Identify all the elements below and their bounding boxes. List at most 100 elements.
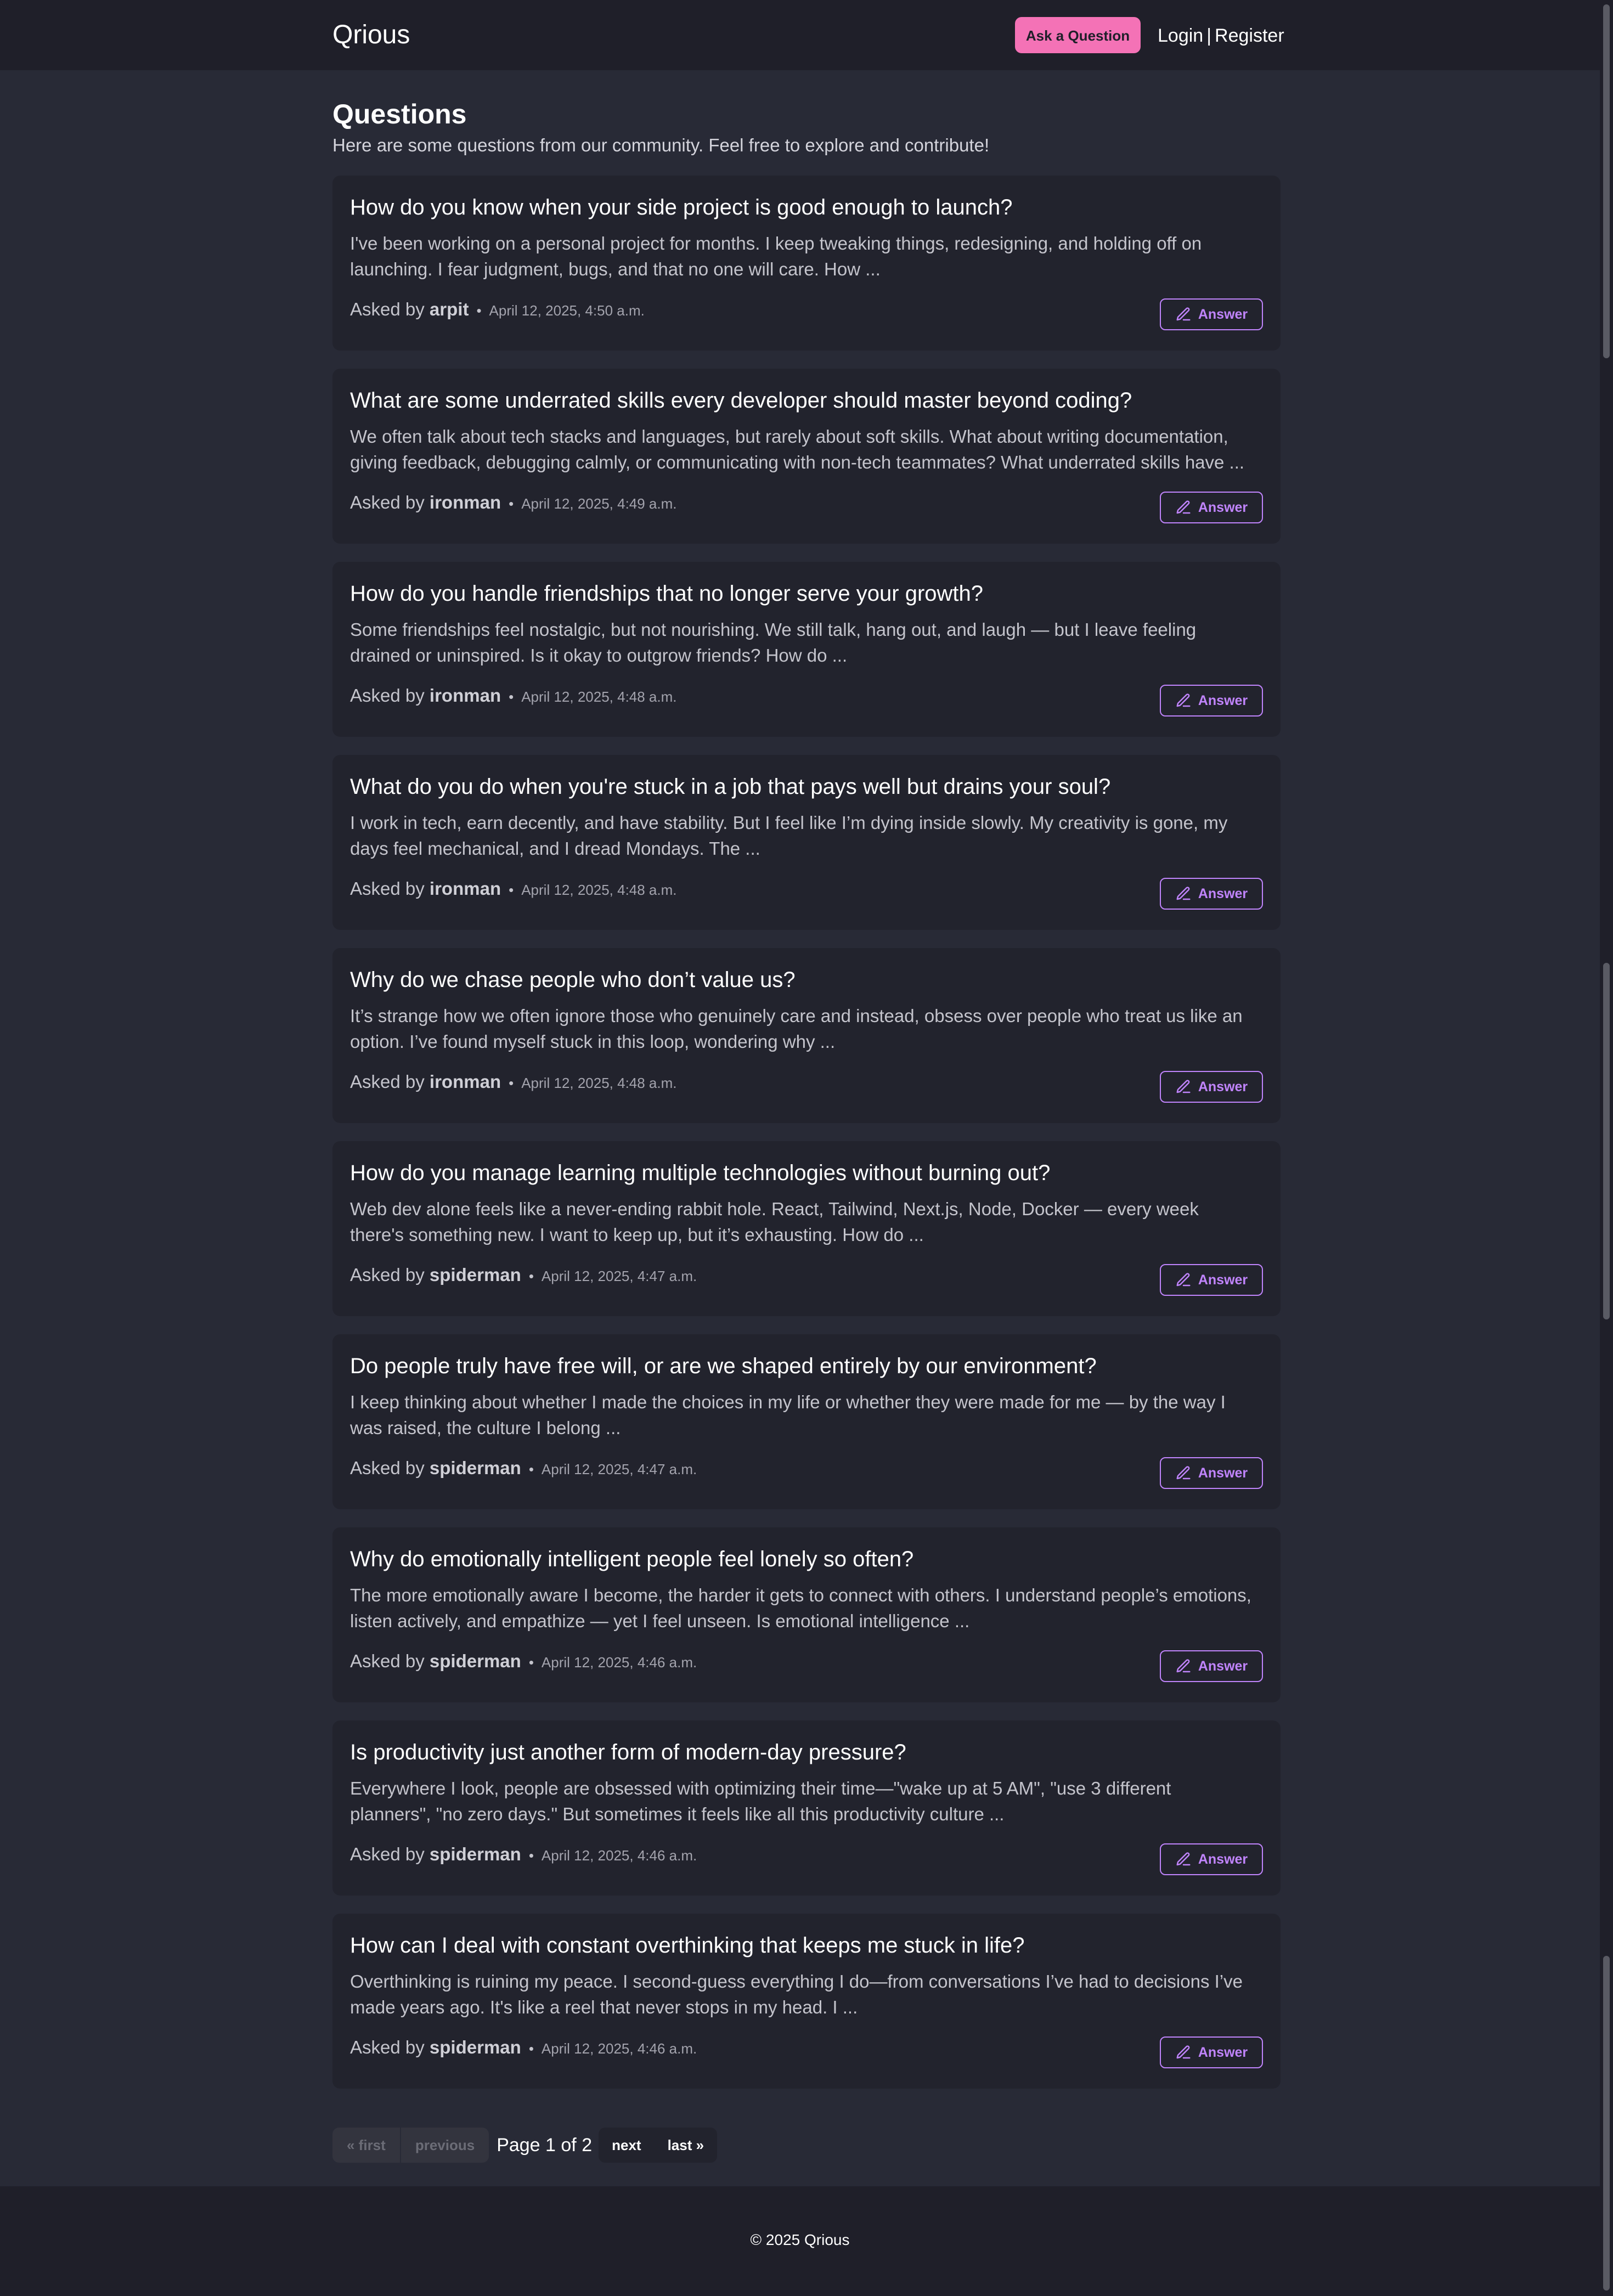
meta-separator: •: [528, 2040, 534, 2057]
question-author[interactable]: spiderman: [430, 1265, 521, 1285]
question-card[interactable]: What are some underrated skills every de…: [332, 369, 1281, 544]
pencil-icon: [1176, 1080, 1191, 1093]
asked-by-label: Asked by: [350, 1844, 425, 1864]
pencil-icon: [1176, 2045, 1191, 2059]
scrollbar[interactable]: [1600, 0, 1613, 2296]
meta-separator: •: [476, 302, 482, 319]
asked-by-label: Asked by: [350, 299, 425, 319]
question-meta: Asked by ironman • April 12, 2025, 4:48 a.…: [350, 876, 677, 902]
ask-question-button[interactable]: Ask a Question: [1015, 17, 1141, 53]
previous-page-link: previous: [399, 2128, 489, 2163]
question-title[interactable]: How do you know when your side project i…: [350, 193, 1012, 222]
question-author[interactable]: spiderman: [430, 2037, 521, 2057]
meta-separator: •: [528, 1268, 534, 1284]
asked-by-label: Asked by: [350, 1265, 425, 1285]
question-author[interactable]: spiderman: [430, 1651, 521, 1671]
question-title[interactable]: What do you do when you're stuck in a jo…: [350, 772, 1110, 801]
asked-by-label: Asked by: [350, 1651, 425, 1671]
question-title[interactable]: What are some underrated skills every de…: [350, 386, 1132, 415]
question-title[interactable]: How can I deal with constant overthinkin…: [350, 1931, 1025, 1960]
pencil-icon: [1176, 1659, 1191, 1673]
scrollbar-thumb-top[interactable]: [1603, 4, 1610, 358]
asked-by-label: Asked by: [350, 685, 425, 706]
question-date: April 12, 2025, 4:46 a.m.: [541, 1654, 697, 1671]
question-excerpt: Overthinking is ruining my peace. I seco…: [350, 1971, 1243, 2017]
question-author[interactable]: ironman: [430, 685, 501, 706]
scrollbar-thumb-middle[interactable]: [1603, 963, 1610, 1319]
pencil-icon: [1176, 1466, 1191, 1480]
asked-by-label: Asked by: [350, 2037, 425, 2057]
answer-button[interactable]: Answer: [1160, 492, 1263, 523]
question-excerpt: Everywhere I look, people are obsessed w…: [350, 1778, 1171, 1824]
pencil-icon: [1176, 307, 1191, 321]
question-card[interactable]: Is productivity just another form of mod…: [332, 1720, 1281, 1896]
answer-label: Answer: [1198, 1272, 1248, 1288]
page-title: Questions: [332, 99, 467, 129]
login-link[interactable]: Login: [1158, 25, 1203, 46]
question-author[interactable]: spiderman: [430, 1844, 521, 1864]
answer-button[interactable]: Answer: [1160, 1457, 1263, 1489]
question-title[interactable]: Why do emotionally intelligent people fe…: [350, 1545, 913, 1573]
footer: © 2025 Qrious: [0, 2186, 1600, 2296]
question-card[interactable]: Do people truly have free will, or are w…: [332, 1334, 1281, 1509]
brand-logo[interactable]: Qrious: [332, 18, 410, 53]
pencil-icon: [1176, 1273, 1191, 1287]
meta-separator: •: [528, 1654, 534, 1671]
question-date: April 12, 2025, 4:47 a.m.: [541, 1268, 697, 1284]
question-excerpt: Some friendships feel nostalgic, but not…: [350, 619, 1197, 665]
answer-button[interactable]: Answer: [1160, 878, 1263, 910]
meta-separator: •: [528, 1847, 534, 1864]
question-card[interactable]: How do you know when your side project i…: [332, 176, 1281, 351]
last-page-link[interactable]: last »: [655, 2128, 718, 2163]
answer-button[interactable]: Answer: [1160, 2036, 1263, 2068]
question-date: April 12, 2025, 4:50 a.m.: [489, 302, 645, 319]
question-meta: Asked by ironman • April 12, 2025, 4:48 a.…: [350, 1069, 677, 1095]
question-excerpt: I keep thinking about whether I made the…: [350, 1392, 1226, 1438]
scrollbar-thumb-bottom[interactable]: [1603, 1956, 1610, 2291]
question-title[interactable]: Do people truly have free will, or are w…: [350, 1352, 1097, 1380]
answer-button[interactable]: Answer: [1160, 1071, 1263, 1103]
answer-button[interactable]: Answer: [1160, 685, 1263, 717]
question-author[interactable]: arpit: [430, 299, 469, 319]
answer-button[interactable]: Answer: [1160, 1264, 1263, 1296]
question-title[interactable]: How do you manage learning multiple tech…: [350, 1159, 1050, 1187]
question-meta: Asked by ironman • April 12, 2025, 4:49 a.…: [350, 489, 677, 516]
auth-links: Login | Register: [1158, 22, 1284, 49]
asked-by-label: Asked by: [350, 878, 425, 899]
navbar: Qrious Ask a Question Login | Register: [0, 0, 1600, 70]
answer-label: Answer: [1198, 1658, 1248, 1674]
question-card[interactable]: Why do we chase people who don’t value u…: [332, 948, 1281, 1123]
question-title[interactable]: How do you handle friendships that no lo…: [350, 579, 983, 608]
question-meta: Asked by spiderman • April 12, 2025, 4:46 …: [350, 2034, 697, 2061]
question-excerpt: We often talk about tech stacks and lang…: [350, 426, 1245, 472]
next-page-link[interactable]: next: [599, 2128, 654, 2163]
answer-button[interactable]: Answer: [1160, 298, 1263, 330]
question-card[interactable]: How can I deal with constant overthinkin…: [332, 1914, 1281, 2089]
answer-label: Answer: [1198, 2044, 1248, 2060]
meta-separator: •: [509, 495, 514, 512]
question-author[interactable]: ironman: [430, 878, 501, 899]
question-card[interactable]: Why do emotionally intelligent people fe…: [332, 1527, 1281, 1702]
question-card[interactable]: How do you manage learning multiple tech…: [332, 1141, 1281, 1316]
question-card[interactable]: How do you handle friendships that no lo…: [332, 562, 1281, 737]
question-author[interactable]: spiderman: [430, 1458, 521, 1478]
question-meta: Asked by spiderman • April 12, 2025, 4:47 …: [350, 1262, 697, 1288]
question-author[interactable]: ironman: [430, 492, 501, 512]
question-card[interactable]: What do you do when you're stuck in a jo…: [332, 755, 1281, 930]
answer-label: Answer: [1198, 885, 1248, 901]
answer-label: Answer: [1198, 306, 1248, 322]
meta-separator: •: [509, 882, 514, 898]
question-title[interactable]: Is productivity just another form of mod…: [350, 1738, 906, 1767]
answer-button[interactable]: Answer: [1160, 1843, 1263, 1875]
register-link[interactable]: Register: [1215, 25, 1284, 46]
answer-button[interactable]: Answer: [1160, 1650, 1263, 1682]
question-author[interactable]: ironman: [430, 1071, 501, 1092]
question-excerpt: It’s strange how we often ignore those w…: [350, 1006, 1243, 1052]
pagination-disabled-group: « first previous: [332, 2128, 489, 2163]
answer-label: Answer: [1198, 1851, 1248, 1867]
question-date: April 12, 2025, 4:48 a.m.: [521, 1075, 677, 1091]
question-meta: Asked by spiderman • April 12, 2025, 4:46 …: [350, 1841, 697, 1868]
pencil-icon: [1176, 1852, 1191, 1866]
question-title[interactable]: Why do we chase people who don’t value u…: [350, 966, 796, 994]
page-subtitle: Here are some questions from our communi…: [332, 135, 990, 155]
